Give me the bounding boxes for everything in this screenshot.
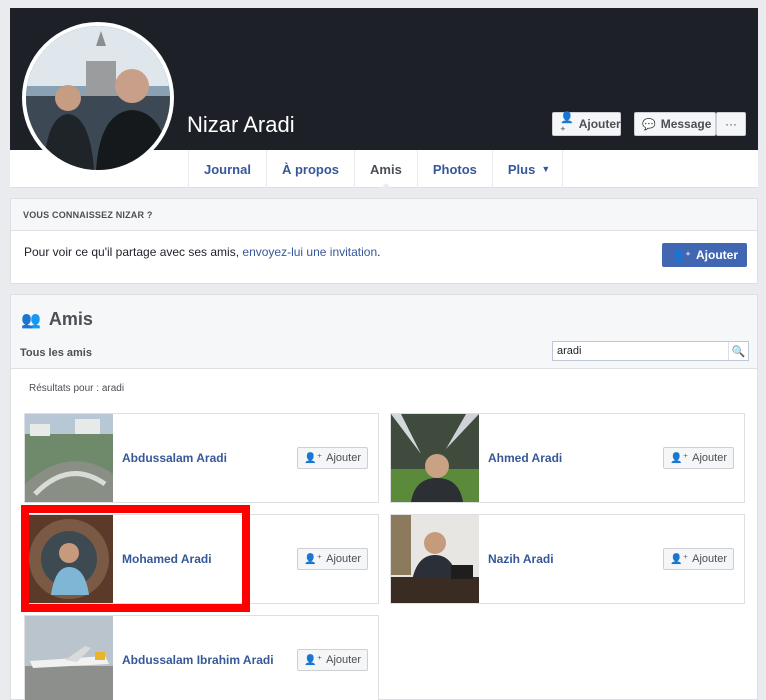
add-friend-icon: 👤⁺ <box>670 553 689 565</box>
tab-photos[interactable]: Photos <box>418 150 493 188</box>
friend-photo[interactable] <box>25 515 113 603</box>
friend-card: Abdussalam Aradi 👤⁺ Ajouter <box>24 413 379 503</box>
add-friend-icon: 👤⁺ <box>670 452 689 464</box>
add-friend-icon: 👤⁺ <box>560 112 574 137</box>
add-friend-button[interactable]: 👤⁺ Ajouter <box>552 112 621 137</box>
friend-name[interactable]: Abdussalam Aradi <box>122 451 227 465</box>
add-friend-icon: 👤⁺ <box>671 249 691 262</box>
friend-photo[interactable] <box>391 414 479 502</box>
more-icon: ··· <box>725 117 737 131</box>
friend-name[interactable]: Nazih Aradi <box>488 552 554 566</box>
tab-journal[interactable]: Journal <box>189 150 267 188</box>
friend-card: Ahmed Aradi 👤⁺ Ajouter <box>390 413 745 503</box>
results-label: Résultats pour : aradi <box>29 383 125 394</box>
friend-name[interactable]: Mohamed Aradi <box>122 552 212 566</box>
friend-name[interactable]: Abdussalam Ibrahim Aradi <box>122 653 274 667</box>
friend-name[interactable]: Ahmed Aradi <box>488 451 562 465</box>
friend-card: Nazih Aradi 👤⁺ Ajouter <box>390 514 745 604</box>
add-friend-icon: 👤⁺ <box>304 654 323 666</box>
friends-header: 👥 Amis Tous les amis 🔍 <box>11 295 757 369</box>
send-invitation-link[interactable]: envoyez-lui une invitation <box>242 245 377 259</box>
add-friend-button[interactable]: 👤⁺ Ajouter <box>297 447 368 469</box>
profile-picture[interactable] <box>22 22 174 174</box>
friend-photo[interactable] <box>25 616 113 700</box>
message-label: Message <box>660 117 712 131</box>
profile-page: Nizar Aradi 👤⁺ Ajouter 💬 Message ··· Jou… <box>0 0 766 700</box>
messenger-icon: 💬 <box>642 118 656 131</box>
tab-about[interactable]: À propos <box>267 150 356 188</box>
more-options-button[interactable]: ··· <box>716 112 746 136</box>
add-friend-button[interactable]: 👤⁺ Ajouter <box>297 548 368 570</box>
friends-search-box: 🔍 <box>552 341 749 361</box>
friend-card: Abdussalam Ibrahim Aradi 👤⁺ Ajouter <box>24 615 379 700</box>
message-button[interactable]: 💬 Message <box>634 112 716 136</box>
friends-icon: 👥 <box>21 311 41 329</box>
friends-title: 👥 Amis <box>21 309 93 329</box>
add-friend-button[interactable]: 👤⁺ Ajouter <box>663 548 734 570</box>
tab-more[interactable]: Plus ▼ <box>493 150 563 188</box>
friends-search-input[interactable] <box>553 342 728 360</box>
friend-card: Mohamed Aradi 👤⁺ Ajouter <box>24 514 379 604</box>
add-friend-button[interactable]: 👤⁺ Ajouter <box>663 447 734 469</box>
add-friend-primary-button[interactable]: 👤⁺ Ajouter <box>662 243 747 267</box>
know-heading: VOUS CONNAISSEZ NIZAR ? <box>11 199 757 231</box>
know-text: Pour voir ce qu'il partage avec ses amis… <box>24 245 381 259</box>
tab-all-friends[interactable]: Tous les amis <box>20 347 92 359</box>
tab-friends[interactable]: Amis <box>355 150 418 189</box>
add-friend-label: Ajouter <box>578 117 621 131</box>
friend-photo[interactable] <box>391 515 479 603</box>
add-friend-button[interactable]: 👤⁺ Ajouter <box>297 649 368 671</box>
search-icon[interactable]: 🔍 <box>728 342 748 360</box>
know-nizar-panel: VOUS CONNAISSEZ NIZAR ? Pour voir ce qu'… <box>10 198 758 284</box>
chevron-down-icon: ▼ <box>541 164 551 174</box>
profile-name[interactable]: Nizar Aradi <box>187 112 295 138</box>
add-friend-icon: 👤⁺ <box>304 553 323 565</box>
friend-photo[interactable] <box>25 414 113 502</box>
add-friend-icon: 👤⁺ <box>304 452 323 464</box>
